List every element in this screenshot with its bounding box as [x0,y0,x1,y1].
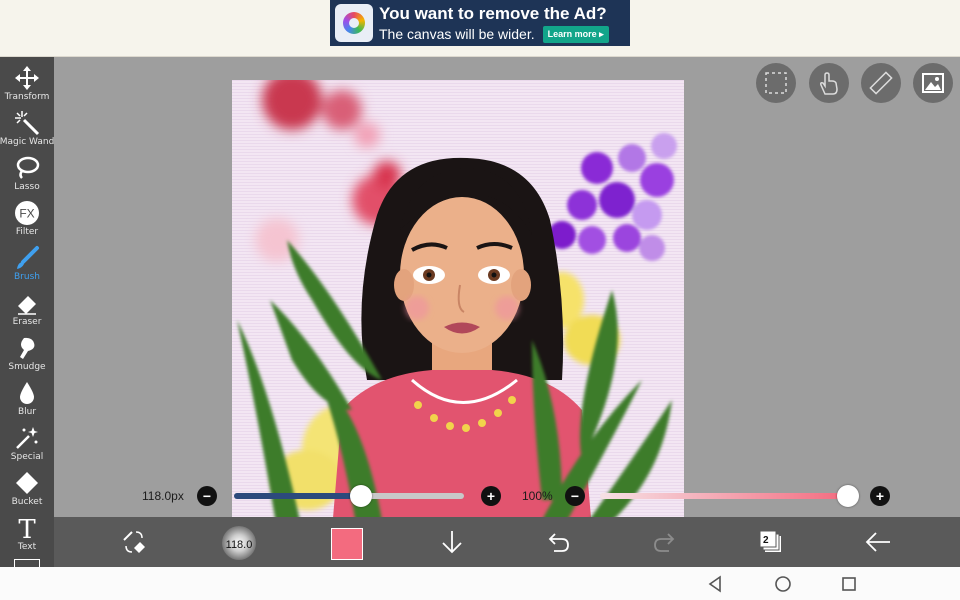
layers-button[interactable]: 2 [754,525,788,559]
brush-preview-size: 118.0 [225,539,253,551]
nav-back-button[interactable] [706,575,724,597]
ruler-button[interactable] [861,63,901,103]
brush-icon [17,246,39,269]
drawing-canvas[interactable] [232,80,684,517]
tool-special[interactable]: Special [0,421,54,466]
back-button[interactable] [861,525,895,559]
workspace: 118.0px − + 100% − + [54,57,960,517]
svg-text:FX: FX [19,207,34,221]
tool-transform[interactable]: Transform [0,61,54,106]
tool-label: Text [17,542,37,552]
lasso-icon [16,156,40,179]
system-nav-bar [0,567,960,600]
ad-learn-more-button[interactable]: Learn more ▸ [542,25,609,43]
color-swatch-button[interactable] [331,528,363,560]
tool-label: Lasso [14,182,40,192]
arrow-down-icon [442,531,462,554]
opacity-value: 100% [522,489,553,503]
undo-icon [548,533,569,552]
magic-wand-icon [15,111,40,136]
opacity-knob[interactable] [837,485,859,507]
image-icon [922,73,944,93]
arrow-left-icon [865,532,890,552]
move-icon [15,66,39,90]
brush-eraser-toggle-button[interactable] [117,525,151,559]
bucket-icon [16,472,38,494]
brush-size-decrease-button[interactable]: − [197,486,217,506]
nav-home-button[interactable] [774,575,792,597]
tool-smudge[interactable]: Smudge [0,331,54,376]
brush-size-increase-button[interactable]: + [481,486,501,506]
frame-tool-icon[interactable] [14,559,40,567]
hand-icon [820,72,838,95]
download-button[interactable] [435,525,469,559]
tool-text[interactable]: T Text [0,511,54,556]
drop-icon [20,382,34,404]
brush-eraser-swap-icon [123,531,145,553]
tool-eraser[interactable]: Eraser [0,286,54,331]
brush-size-fill [234,493,361,499]
brush-size-value: 118.0px [142,489,184,503]
tool-magic-wand[interactable]: Magic Wand [0,106,54,151]
opacity-decrease-button[interactable]: − [565,486,585,506]
tool-label: Transform [4,92,50,102]
tool-label: Bucket [11,497,43,507]
ibis-paint-logo-icon [335,4,373,42]
smudge-icon [20,337,35,359]
tool-label: Smudge [8,362,46,372]
nav-recents-button[interactable] [840,575,858,597]
text-icon: T [18,515,36,541]
eraser-icon [18,296,36,315]
triangle-back-icon [708,575,721,593]
ruler-icon [869,71,893,95]
selection-button[interactable] [756,63,796,103]
tool-label: Eraser [12,317,42,327]
brush-size-knob[interactable] [349,485,372,507]
tool-brush[interactable]: Brush [0,241,54,286]
bottom-toolbar: 118.0 2 [54,517,960,567]
tool-filter[interactable]: FX Filter [0,196,54,241]
ad-bar: You want to remove the Ad? The canvas wi… [0,0,960,57]
reference-image-button[interactable] [913,63,953,103]
selection-icon [765,72,787,94]
opacity-track[interactable] [600,493,848,499]
tool-bucket[interactable]: Bucket [0,466,54,511]
redo-button[interactable] [648,525,682,559]
tool-sidebar: Transform Magic Wand Lasso FX Filter Bru… [0,57,54,567]
tool-label: Blur [17,407,37,417]
brush-size-slider[interactable]: 118.0px − + [54,485,514,507]
svg-text:T: T [18,515,36,541]
layers-count: 2 [763,535,769,546]
fx-icon: FX [15,201,39,225]
opacity-slider[interactable]: 100% − + [514,485,960,507]
sparkle-icon [16,427,38,449]
square-recents-icon [842,577,856,591]
circle-home-icon [775,576,791,592]
redo-icon [654,533,675,552]
hand-button[interactable] [809,63,849,103]
ad-title: You want to remove the Ad? [379,3,607,23]
artwork [237,80,677,517]
tool-label: Special [10,452,44,462]
tool-lasso[interactable]: Lasso [0,151,54,196]
opacity-increase-button[interactable]: + [870,486,890,506]
undo-button[interactable] [541,525,575,559]
tool-label: Magic Wand [0,137,54,147]
tool-blur[interactable]: Blur [0,376,54,421]
layers-icon [759,530,781,552]
ad-subtitle: The canvas will be wider. [379,26,535,42]
opacity-fill [600,493,848,499]
tool-label: Filter [15,227,39,237]
tool-label: Brush [14,272,40,282]
ad-banner[interactable]: You want to remove the Ad? The canvas wi… [330,0,630,46]
